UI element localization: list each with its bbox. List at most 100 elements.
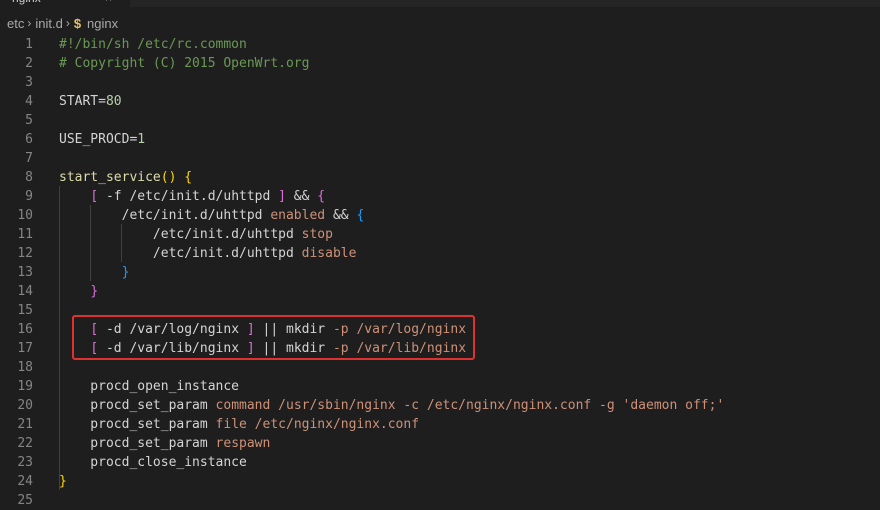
- line-number: 21: [17, 417, 33, 432]
- code-text: }: [59, 472, 67, 491]
- code-text: }: [59, 282, 98, 301]
- code-line[interactable]: 7: [0, 149, 880, 168]
- code-text: procd_set_param command /usr/sbin/nginx …: [59, 396, 724, 415]
- code-token: }: [90, 284, 99, 299]
- line-number: 24: [17, 474, 33, 489]
- code-line[interactable]: 19 procd_open_instance: [0, 377, 880, 396]
- code-token: [: [90, 341, 99, 356]
- code-text: [ -d /var/log/nginx ] || mkdir -p /var/l…: [59, 320, 466, 339]
- code-token: procd_set_param: [59, 398, 216, 413]
- code-line[interactable]: 6 USE_PROCD=1: [0, 130, 880, 149]
- code-token: start_service: [59, 170, 161, 185]
- code-token: -p /var/log/nginx: [332, 322, 467, 337]
- code-token: -d /var/log/nginx: [98, 322, 247, 337]
- line-number: 8: [25, 170, 33, 185]
- code-line[interactable]: 5: [0, 111, 880, 130]
- line-number: 6: [25, 132, 33, 147]
- code-token: {: [184, 170, 193, 185]
- code-token: [: [90, 322, 99, 337]
- code-line[interactable]: 21 procd_set_param file /etc/nginx/nginx…: [0, 415, 880, 434]
- tab-label: nginx: [12, 0, 41, 5]
- line-number: 4: [25, 94, 33, 109]
- code-text: start_service() {: [59, 168, 192, 187]
- code-text: }: [59, 263, 130, 282]
- code-line[interactable]: 24}: [0, 472, 880, 491]
- code-token: &&: [325, 208, 357, 223]
- close-icon[interactable]: ×: [105, 0, 112, 7]
- code-token: USE_PROCD=: [59, 132, 138, 147]
- code-line[interactable]: 3: [0, 73, 880, 92]
- code-line[interactable]: 22 procd_set_param respawn: [0, 434, 880, 453]
- code-token: /etc/init.d/uhttpd: [59, 208, 271, 223]
- code-token: }: [121, 265, 130, 280]
- code-text: [ -f /etc/init.d/uhttpd ] && {: [59, 187, 325, 206]
- code-text: START=80: [59, 92, 122, 111]
- code-line[interactable]: 11 /etc/init.d/uhttpd stop: [0, 225, 880, 244]
- code-token: procd_set_param: [59, 436, 216, 451]
- line-number: 14: [17, 284, 33, 299]
- shell-file-icon: $: [73, 15, 82, 31]
- code-token: -f /etc/init.d/uhttpd: [98, 189, 279, 204]
- code-token: # Copyright (C) 2015 OpenWrt.org: [59, 56, 310, 71]
- code-editor[interactable]: 1 #!/bin/sh /etc/rc.common 2 # Copyright (C…: [0, 34, 880, 508]
- code-line[interactable]: 18: [0, 358, 880, 377]
- line-number: 13: [17, 265, 33, 280]
- code-token: &&: [285, 189, 318, 204]
- code-token: || mkdir: [254, 322, 333, 337]
- code-token: /etc/init.d/uhttpd: [59, 227, 302, 242]
- code-line[interactable]: 16 [ -d /var/log/nginx ] || mkdir -p /va…: [0, 320, 880, 339]
- code-token: ]: [246, 341, 255, 356]
- code-token: 80: [105, 94, 122, 109]
- line-number: 9: [25, 189, 33, 204]
- code-token: -p /var/lib/nginx: [332, 341, 467, 356]
- code-token: ]: [278, 189, 286, 204]
- code-text: procd_close_instance: [59, 453, 247, 472]
- breadcrumb-item-etc[interactable]: etc: [7, 16, 24, 31]
- code-token: procd_close_instance: [59, 455, 247, 470]
- code-token: procd_open_instance: [59, 379, 240, 394]
- breadcrumb: etc › init.d › $ nginx: [0, 13, 118, 33]
- line-number: 16: [17, 322, 33, 337]
- code-line[interactable]: 13 }: [0, 263, 880, 282]
- code-line[interactable]: 1 #!/bin/sh /etc/rc.common: [0, 35, 880, 54]
- code-token: ]: [246, 322, 255, 337]
- code-token: {: [356, 208, 365, 223]
- code-line[interactable]: 17 [ -d /var/lib/nginx ] || mkdir -p /va…: [0, 339, 880, 358]
- code-line[interactable]: 25: [0, 491, 880, 510]
- code-text: # Copyright (C) 2015 OpenWrt.org: [59, 54, 309, 73]
- code-text: /etc/init.d/uhttpd stop: [59, 225, 333, 244]
- line-number: 17: [17, 341, 33, 356]
- code-text: procd_set_param file /etc/nginx/nginx.co…: [59, 415, 419, 434]
- chevron-right-icon: ›: [65, 16, 70, 30]
- code-token: disable: [301, 246, 357, 261]
- code-token: file /etc/nginx/nginx.conf: [215, 417, 420, 432]
- code-line[interactable]: 2 # Copyright (C) 2015 OpenWrt.org: [0, 54, 880, 73]
- tab-nginx[interactable]: nginx ×: [0, 0, 130, 7]
- code-line[interactable]: 14 }: [0, 282, 880, 301]
- code-token: procd_set_param: [59, 417, 216, 432]
- line-number: 2: [25, 56, 33, 71]
- code-line[interactable]: 4 START=80: [0, 92, 880, 111]
- code-text: [ -d /var/lib/nginx ] || mkdir -p /var/l…: [59, 339, 466, 358]
- code-text: USE_PROCD=1: [59, 130, 145, 149]
- code-line[interactable]: 20 procd_set_param command /usr/sbin/ngi…: [0, 396, 880, 415]
- code-token: 1: [137, 132, 146, 147]
- code-token: [: [90, 189, 99, 204]
- breadcrumb-item-initd[interactable]: init.d: [35, 16, 62, 31]
- code-line[interactable]: 15: [0, 301, 880, 320]
- code-line[interactable]: 9 [ -f /etc/init.d/uhttpd ] && {: [0, 187, 880, 206]
- code-token: #!/bin/sh /etc/rc.common: [59, 37, 247, 52]
- code-line[interactable]: 8 start_service() {: [0, 168, 880, 187]
- code-line[interactable]: 23 procd_close_instance: [0, 453, 880, 472]
- code-text: procd_open_instance: [59, 377, 239, 396]
- code-line[interactable]: 10 /etc/init.d/uhttpd enabled && {: [0, 206, 880, 225]
- line-number: 25: [17, 493, 33, 508]
- code-token: /etc/init.d/uhttpd: [59, 246, 302, 261]
- code-token: enabled: [270, 208, 326, 223]
- code-line[interactable]: 12 /etc/init.d/uhttpd disable: [0, 244, 880, 263]
- breadcrumb-item-file[interactable]: nginx: [87, 16, 118, 31]
